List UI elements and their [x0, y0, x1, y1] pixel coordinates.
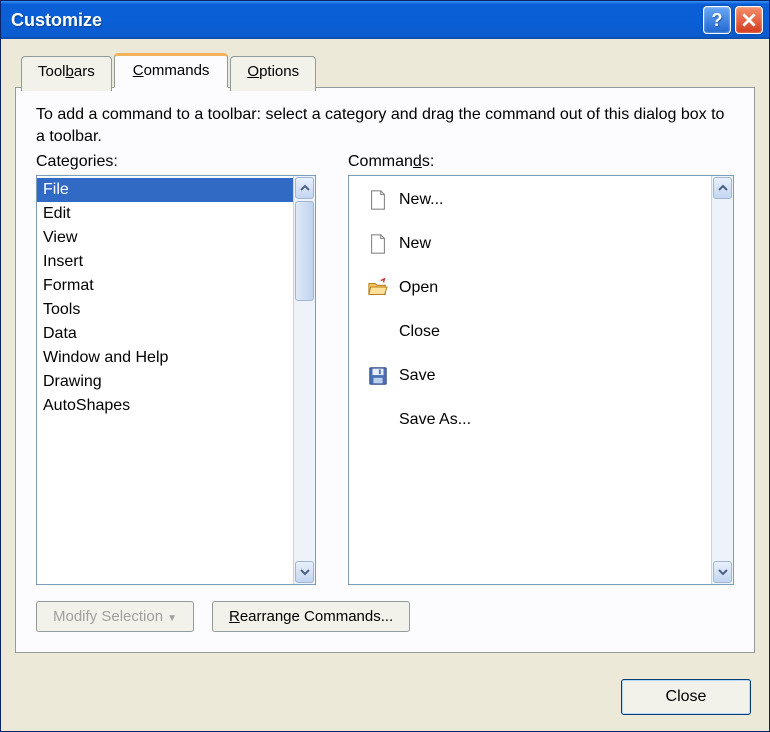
command-icon-slot	[357, 365, 399, 387]
category-item[interactable]: Tools	[37, 298, 293, 322]
new-document-icon	[367, 189, 389, 211]
command-label: Open	[399, 279, 703, 297]
categories-label: Categories:	[36, 153, 316, 171]
tab-panel-commands: To add a command to a toolbar: select a …	[15, 87, 755, 653]
command-label: New	[399, 235, 703, 253]
category-item[interactable]: Edit	[37, 202, 293, 226]
chevron-up-icon	[718, 183, 728, 193]
command-icon-slot	[357, 233, 399, 255]
command-label: New...	[399, 191, 703, 209]
commands-scrollbar[interactable]	[711, 176, 733, 584]
categories-scrollbar[interactable]	[293, 176, 315, 584]
close-window-button[interactable]	[735, 6, 763, 34]
help-text: To add a command to a toolbar: select a …	[36, 104, 734, 147]
command-icon-slot	[357, 277, 399, 299]
commands-column: Commands: New... New Open Close Save Save As.…	[348, 153, 734, 585]
modify-selection-button: Modify Selection▼	[36, 601, 194, 632]
command-label: Save As...	[399, 411, 703, 429]
command-item[interactable]: New	[349, 222, 711, 266]
command-item[interactable]: New...	[349, 178, 711, 222]
close-button[interactable]: Close	[621, 679, 751, 715]
commands-label: Commands:	[348, 153, 734, 171]
chevron-down-icon	[300, 567, 310, 577]
close-icon	[742, 13, 756, 27]
tab-toolbars[interactable]: Toolbars	[21, 56, 112, 91]
dialog-footer: Close	[1, 667, 769, 731]
scroll-track[interactable]	[712, 200, 733, 560]
command-item[interactable]: Open	[349, 266, 711, 310]
category-item[interactable]: Window and Help	[37, 346, 293, 370]
category-item[interactable]: Drawing	[37, 370, 293, 394]
customize-dialog: Customize ? Toolbars Commands Options To…	[0, 0, 770, 732]
category-item[interactable]: File	[37, 178, 293, 202]
chevron-up-icon	[300, 183, 310, 193]
scroll-track[interactable]	[294, 302, 315, 560]
scroll-down-button[interactable]	[713, 561, 732, 583]
new-document-icon	[367, 233, 389, 255]
tab-options[interactable]: Options	[230, 56, 316, 91]
scroll-up-button[interactable]	[713, 177, 732, 199]
command-item[interactable]: Close	[349, 310, 711, 354]
category-item[interactable]: Format	[37, 274, 293, 298]
commands-listbox[interactable]: New... New Open Close Save Save As...	[348, 175, 734, 585]
save-icon	[367, 365, 389, 387]
caret-down-icon: ▼	[167, 613, 177, 624]
scroll-down-button[interactable]	[295, 561, 314, 583]
tab-commands[interactable]: Commands	[114, 53, 229, 88]
command-label: Save	[399, 367, 703, 385]
folder-open-icon	[367, 277, 389, 299]
titlebar: Customize ?	[1, 1, 769, 39]
scroll-up-button[interactable]	[295, 177, 314, 199]
columns: Categories: FileEditViewInsertFormatTool…	[36, 153, 734, 585]
category-item[interactable]: AutoShapes	[37, 394, 293, 418]
command-item[interactable]: Save	[349, 354, 711, 398]
category-item[interactable]: Data	[37, 322, 293, 346]
help-button[interactable]: ?	[703, 6, 731, 34]
command-item[interactable]: Save As...	[349, 398, 711, 442]
button-row: Modify Selection▼ Rearrange Commands...	[36, 601, 734, 632]
command-icon-slot	[357, 189, 399, 211]
command-label: Close	[399, 323, 703, 341]
category-item[interactable]: View	[37, 226, 293, 250]
categories-listbox[interactable]: FileEditViewInsertFormatToolsDataWindow …	[36, 175, 316, 585]
client-area: Toolbars Commands Options To add a comma…	[1, 39, 769, 667]
scroll-thumb[interactable]	[295, 201, 314, 301]
category-item[interactable]: Insert	[37, 250, 293, 274]
tab-strip: Toolbars Commands Options	[15, 53, 755, 88]
rearrange-commands-button[interactable]: Rearrange Commands...	[212, 601, 410, 632]
chevron-down-icon	[718, 567, 728, 577]
window-title: Customize	[11, 10, 699, 31]
categories-column: Categories: FileEditViewInsertFormatTool…	[36, 153, 316, 585]
